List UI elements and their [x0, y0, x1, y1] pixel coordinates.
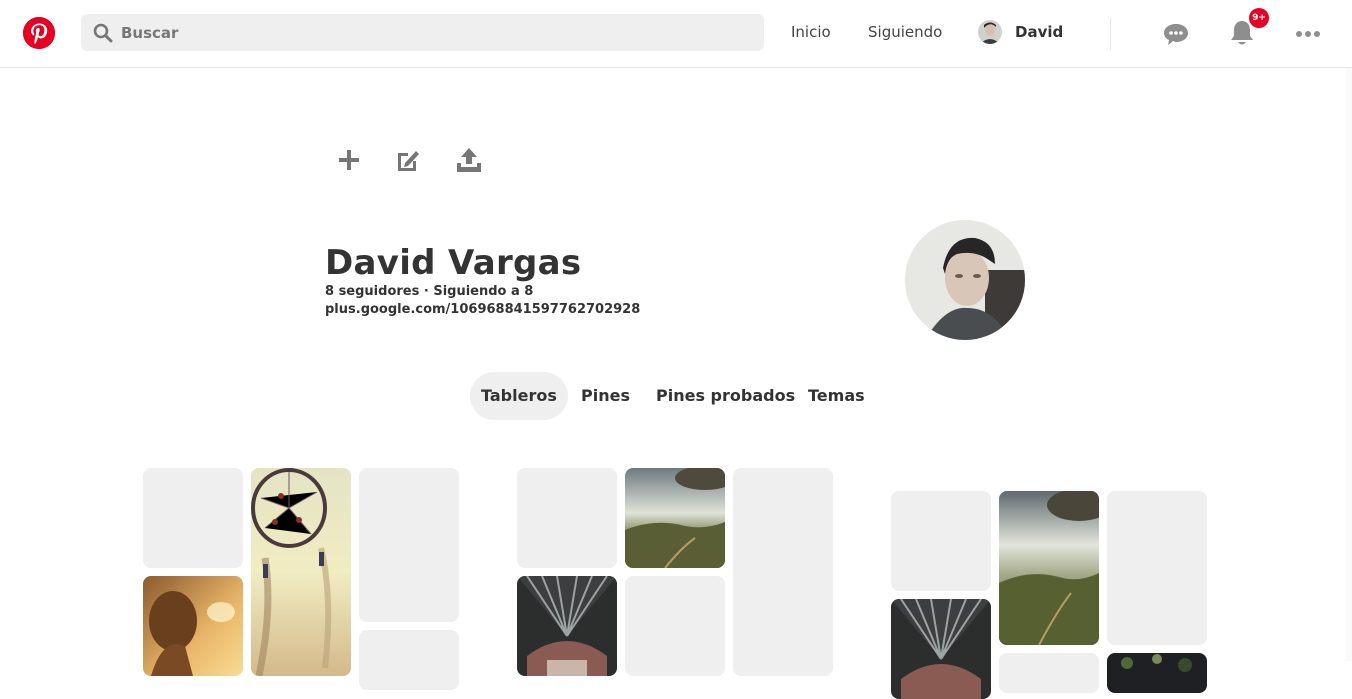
board-pin-image — [891, 599, 991, 699]
user-name: David — [1015, 23, 1064, 41]
header-divider — [1110, 18, 1111, 50]
search-input[interactable] — [121, 14, 741, 51]
tab-pines-probados[interactable]: Pines probados — [645, 372, 806, 420]
board-pin-image — [1107, 653, 1207, 693]
board-pin-image — [625, 468, 725, 568]
board-placeholder-tile — [1107, 491, 1207, 645]
profile-stats[interactable]: 8 seguidores · Siguiendo a 8 — [325, 284, 533, 299]
board-placeholder-tile — [625, 576, 725, 676]
nav-home-link[interactable]: Inicio — [791, 23, 831, 41]
search-icon — [93, 23, 113, 43]
pinterest-logo-icon[interactable] — [23, 17, 55, 49]
more-icon[interactable] — [1294, 20, 1322, 48]
tab-temas[interactable]: Temas — [797, 372, 876, 420]
tab-pines[interactable]: Pines — [570, 372, 641, 420]
board-placeholder-tile — [359, 468, 459, 622]
profile-name: David Vargas — [325, 243, 582, 283]
tab-tableros[interactable]: Tableros — [470, 372, 568, 420]
board-placeholder-tile — [999, 653, 1099, 693]
board-pin-image — [999, 491, 1099, 645]
top-header: Inicio Siguiendo David 9+ — [0, 0, 1352, 68]
board-placeholder-tile — [733, 468, 833, 676]
notification-badge: 9+ — [1249, 8, 1269, 28]
board-placeholder-tile — [359, 630, 459, 690]
board-pin-image — [251, 468, 351, 676]
profile-avatar[interactable] — [905, 220, 1025, 340]
board-pin-image — [517, 576, 617, 676]
chat-icon[interactable] — [1162, 20, 1190, 48]
board-placeholder-tile — [891, 491, 991, 591]
board-placeholder-tile — [143, 468, 243, 568]
board-pin-image — [143, 576, 243, 676]
scrollbar[interactable] — [1346, 68, 1352, 661]
nav-following-link[interactable]: Siguiendo — [868, 23, 942, 41]
upload-icon[interactable] — [455, 146, 483, 174]
board-placeholder-tile — [517, 468, 617, 568]
search-bar[interactable] — [81, 14, 764, 51]
profile-website-link[interactable]: plus.google.com/106968841597762702928 — [325, 302, 640, 317]
plus-icon[interactable] — [335, 146, 363, 174]
edit-icon[interactable] — [394, 146, 422, 174]
avatar — [978, 20, 1002, 44]
